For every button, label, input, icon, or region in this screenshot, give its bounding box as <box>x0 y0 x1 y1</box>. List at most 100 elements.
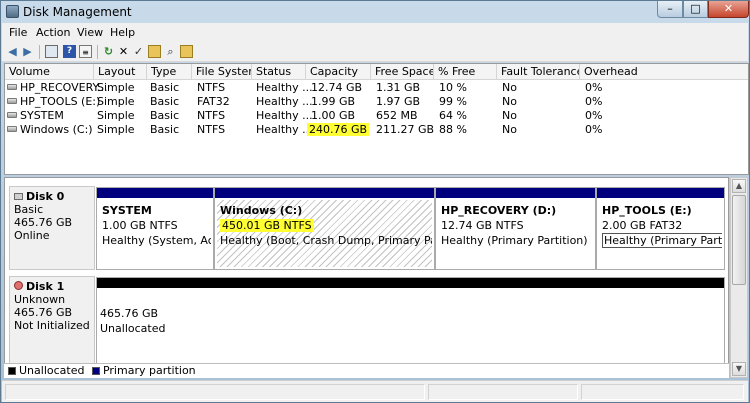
refresh-icon[interactable]: ↻ <box>102 45 115 58</box>
partition-system[interactable]: SYSTEM 1.00 GB NTFS Healthy (System, Act… <box>96 187 214 270</box>
maximize-button[interactable]: □ <box>683 1 708 18</box>
open-icon[interactable] <box>148 45 161 58</box>
status-bar-segment <box>581 384 744 400</box>
partition-detail: 1.00 GB NTFS <box>102 219 178 232</box>
disk-1-type: Unknown <box>14 293 66 306</box>
table-row[interactable]: HP_RECOVERY... Simple Basic NTFS Healthy… <box>5 81 748 95</box>
volume-name: HP_TOOLS (E:) <box>20 95 101 108</box>
menu-help[interactable]: Help <box>110 26 135 39</box>
volume-capacity: 12.74 GB <box>311 81 363 94</box>
volume-free-space: 211.27 GB <box>376 123 435 136</box>
volume-percent-free: 99 % <box>439 95 467 108</box>
properties-icon[interactable]: ≡ <box>79 45 92 58</box>
scrollbar-thumb[interactable] <box>732 195 746 285</box>
volume-status: Healthy ... <box>256 123 313 136</box>
volume-capacity: 1.99 GB <box>311 95 356 108</box>
disk-0-type: Basic <box>14 203 44 216</box>
volume-capacity: 1.00 GB <box>311 109 356 122</box>
column-type[interactable]: Type <box>147 64 192 80</box>
partition-detail: 12.74 GB NTFS <box>441 219 524 232</box>
menu-action[interactable]: Action <box>36 26 70 39</box>
volume-free-space: 652 MB <box>376 109 418 122</box>
column-fault-tolerance[interactable]: Fault Tolerance <box>497 64 580 80</box>
unallocated-space[interactable]: 465.76 GB Unallocated <box>96 277 725 364</box>
drive-icon <box>7 98 17 104</box>
minimize-button[interactable]: – <box>657 1 683 18</box>
menu-file[interactable]: File <box>9 26 27 39</box>
volume-capacity-highlighted: 240.76 GB <box>307 123 370 136</box>
volume-fault-tolerance: No <box>502 81 517 94</box>
menu-view[interactable]: View <box>77 26 103 39</box>
disk-1-label[interactable]: Disk 1 Unknown 465.76 GB Not Initialized <box>9 276 95 364</box>
disk-graphical-view[interactable]: Disk 0 Basic 465.76 GB Online SYSTEM 1.0… <box>4 177 729 378</box>
partition-status: Healthy (Boot, Crash Dump, Primary Parti… <box>220 234 432 247</box>
unallocated-label: Unallocated <box>100 322 166 335</box>
partition-hp-tools-e[interactable]: HP_TOOLS (E:) 2.00 GB FAT32 Healthy (Pri… <box>596 187 725 270</box>
search-icon[interactable]: ⌕ <box>164 45 177 58</box>
table-row[interactable]: Windows (C:) Simple Basic NTFS Healthy .… <box>5 123 748 137</box>
unallocated-swatch <box>8 367 16 375</box>
volume-percent-free: 64 % <box>439 109 467 122</box>
partition-name: SYSTEM <box>102 204 152 217</box>
disk-management-window: Disk Management – □ ✕ File Action View H… <box>0 0 750 403</box>
volume-fault-tolerance: No <box>502 95 517 108</box>
table-row[interactable]: HP_TOOLS (E:) Simple Basic FAT32 Healthy… <box>5 95 748 109</box>
drive-icon <box>7 126 17 132</box>
column-overhead[interactable]: Overhead <box>580 64 748 80</box>
explore-icon[interactable] <box>180 45 193 58</box>
volume-free-space: 1.97 GB <box>376 95 421 108</box>
scroll-down-arrow-icon[interactable]: ▼ <box>732 362 746 376</box>
unallocated-size: 465.76 GB <box>100 307 159 320</box>
volume-overhead: 0% <box>585 109 603 122</box>
disk-0-name: Disk 0 <box>26 190 65 203</box>
vertical-scrollbar[interactable]: ▲ ▼ <box>730 177 748 378</box>
legend-unallocated: Unallocated <box>19 364 85 377</box>
volume-type: Basic <box>150 95 180 108</box>
drive-icon <box>7 112 17 118</box>
column-layout[interactable]: Layout <box>94 64 147 80</box>
volume-free-space: 1.31 GB <box>376 81 421 94</box>
disk-warning-icon <box>14 281 23 290</box>
volume-type: Basic <box>150 81 180 94</box>
title-bar[interactable]: Disk Management – □ ✕ <box>1 1 749 23</box>
partition-windows-c[interactable]: Windows (C:) 450.01 GB NTFS Healthy (Boo… <box>214 187 435 270</box>
console-tree-icon[interactable] <box>45 45 58 58</box>
status-bar-segment <box>5 384 425 400</box>
column-free-space[interactable]: Free Space <box>371 64 434 80</box>
disk-0-size: 465.76 GB <box>14 216 73 229</box>
disk-1-state: Not Initialized <box>14 319 90 332</box>
volume-file-system: NTFS <box>197 109 226 122</box>
volume-file-system: NTFS <box>197 123 226 136</box>
volume-type: Basic <box>150 109 180 122</box>
primary-partition-bar <box>436 188 595 198</box>
column-file-system[interactable]: File System <box>192 64 252 80</box>
column-capacity[interactable]: Capacity <box>306 64 371 80</box>
column-percent-free[interactable]: % Free <box>434 64 497 80</box>
volume-name: SYSTEM <box>20 109 64 122</box>
volume-layout: Simple <box>97 95 135 108</box>
forward-arrow-icon[interactable]: ▶ <box>21 45 34 58</box>
column-status[interactable]: Status <box>252 64 306 80</box>
table-row[interactable]: SYSTEM Simple Basic NTFS Healthy ... 1.0… <box>5 109 748 123</box>
help-icon[interactable]: ? <box>63 45 76 58</box>
disk-0-label[interactable]: Disk 0 Basic 465.76 GB Online <box>9 186 95 270</box>
volume-layout: Simple <box>97 81 135 94</box>
delete-icon[interactable]: ✕ <box>117 45 130 58</box>
toolbar-separator <box>97 45 98 59</box>
scroll-up-arrow-icon[interactable]: ▲ <box>732 179 746 193</box>
check-icon[interactable]: ✓ <box>132 45 145 58</box>
volume-list[interactable]: Volume Layout Type File System Status Ca… <box>4 63 749 175</box>
disk-1-name: Disk 1 <box>26 280 65 293</box>
column-volume[interactable]: Volume <box>5 64 94 80</box>
partition-name: HP_TOOLS (E:) <box>602 204 692 217</box>
volume-status: Healthy ... <box>256 109 313 122</box>
status-bar-segment <box>428 384 578 400</box>
partition-hp-recovery-d[interactable]: HP_RECOVERY (D:) 12.74 GB NTFS Healthy (… <box>435 187 596 270</box>
menu-bar: File Action View Help <box>2 23 748 42</box>
volume-name: HP_RECOVERY... <box>20 81 108 94</box>
volume-status: Healthy ... <box>256 95 313 108</box>
volume-type: Basic <box>150 123 180 136</box>
close-button[interactable]: ✕ <box>708 1 749 18</box>
back-arrow-icon[interactable]: ◀ <box>6 45 19 58</box>
volume-overhead: 0% <box>585 95 603 108</box>
